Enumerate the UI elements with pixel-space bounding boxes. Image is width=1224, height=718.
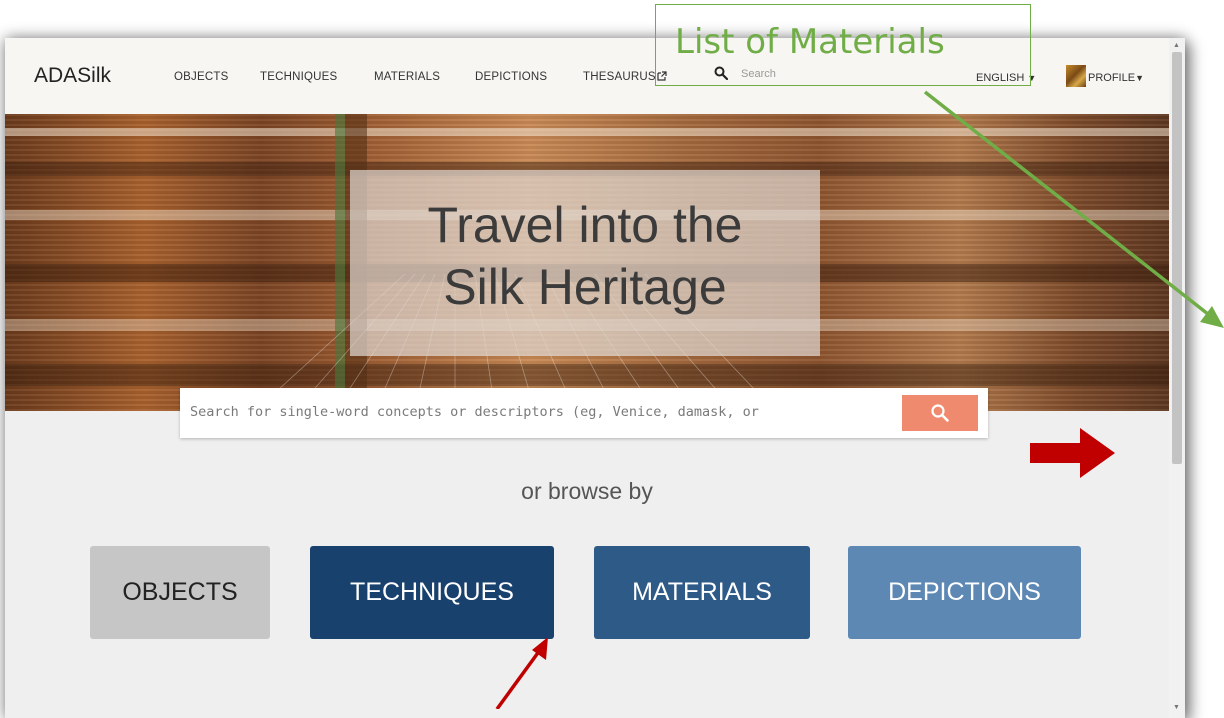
main-search-bar: [180, 388, 988, 438]
vertical-scrollbar[interactable]: ▲ ▼: [1169, 38, 1185, 718]
scroll-up-arrow-icon[interactable]: ▲: [1173, 42, 1180, 49]
browser-window: ADASilk OBJECTS TECHNIQUES MATERIALS DEP…: [5, 38, 1185, 718]
caret-down-icon: ▼: [1135, 73, 1144, 83]
main-search-button[interactable]: [902, 395, 978, 431]
nav-thesaurus-label: THESAURUS: [583, 71, 656, 83]
search-icon: [931, 404, 949, 422]
nav-techniques[interactable]: TECHNIQUES: [260, 71, 337, 83]
hero-banner: Travel into the Silk Heritage: [5, 114, 1169, 411]
avatar[interactable]: [1066, 65, 1086, 87]
browse-depictions-button[interactable]: DEPICTIONS: [848, 546, 1081, 639]
profile-label: PROFILE: [1088, 72, 1136, 84]
brand-logo[interactable]: ADASilk: [34, 64, 111, 88]
main-search-input[interactable]: [190, 401, 895, 423]
scroll-down-arrow-icon[interactable]: ▼: [1173, 704, 1180, 711]
hero-title-line2: Silk Heritage: [443, 259, 727, 315]
browse-by-label: or browse by: [521, 478, 653, 504]
nav-objects[interactable]: OBJECTS: [174, 71, 228, 83]
nav-materials[interactable]: MATERIALS: [374, 71, 440, 83]
browse-techniques-button[interactable]: TECHNIQUES: [310, 546, 554, 639]
profile-menu[interactable]: PROFILE▼: [1088, 72, 1144, 84]
browse-materials-button[interactable]: MATERIALS: [594, 546, 810, 639]
browse-objects-button[interactable]: OBJECTS: [90, 546, 270, 639]
hero-title-line1: Travel into the: [427, 197, 743, 253]
annotation-label: List of Materials: [675, 22, 945, 62]
hero-title: Travel into the Silk Heritage: [350, 194, 820, 318]
nav-depictions[interactable]: DEPICTIONS: [475, 71, 547, 83]
scrollbar-thumb[interactable]: [1172, 52, 1182, 464]
